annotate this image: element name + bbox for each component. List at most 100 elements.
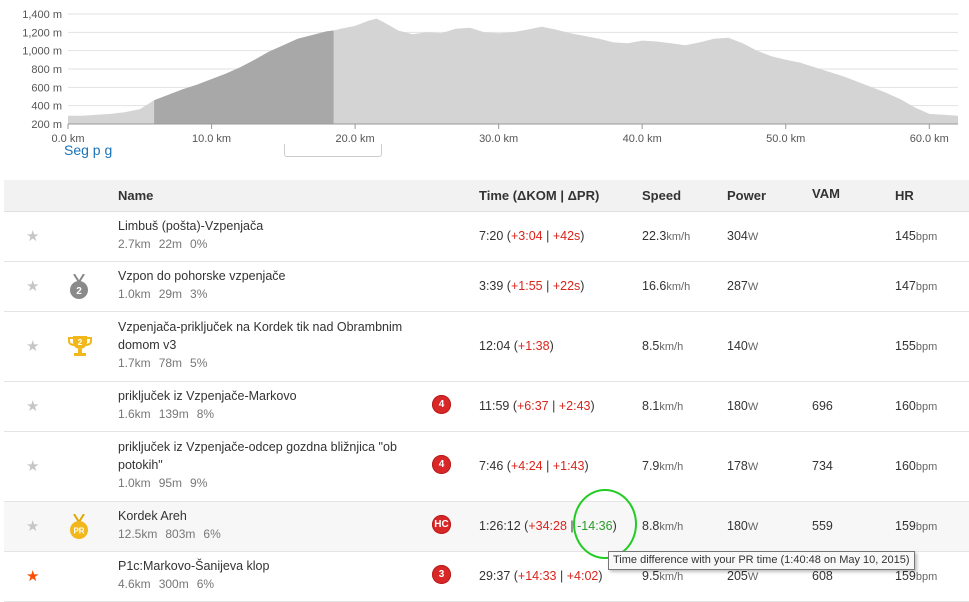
elevation-highlight-area xyxy=(154,30,334,124)
star-icon[interactable]: ★ xyxy=(26,277,39,295)
climb-category-badge: 4 xyxy=(432,395,451,414)
y-tick-label: 200 m xyxy=(31,119,62,131)
star-icon[interactable]: ★ xyxy=(26,337,39,355)
segment-hr-unit: bpm xyxy=(915,281,938,293)
y-tick-label: 1,000 m xyxy=(22,46,62,58)
segment-stats: 1.0km 29m 3% xyxy=(118,285,408,303)
col-speed-header[interactable]: Speed xyxy=(642,188,681,203)
star-icon[interactable]: ★ xyxy=(26,227,39,245)
svg-text:2: 2 xyxy=(78,338,83,347)
diff-separator: | xyxy=(542,229,553,243)
diff-separator: | xyxy=(548,399,559,413)
table-row[interactable]: ★ priključek iz Vzpenjače-odcep gozdna bl… xyxy=(4,432,969,502)
segment-time: 7:20 (+3:04 | +42s) xyxy=(479,229,584,243)
segment-grade: 9% xyxy=(190,476,208,490)
table-row[interactable]: ★ priključek iz Vzpenjače-Markovo 1.6km 139… xyxy=(4,382,969,432)
segment-stats: 1.0km 95m 9% xyxy=(118,474,408,492)
segment-speed-value: 8.5 xyxy=(642,339,660,353)
segment-name-link[interactable]: Vzpon do pohorske vzpenjače xyxy=(118,267,408,285)
star-icon[interactable]: ★ xyxy=(26,567,39,585)
segment-speed-value: 7.9 xyxy=(642,459,660,473)
segment-power-value: 140 xyxy=(727,339,748,353)
segment-vam: 696 xyxy=(812,399,833,413)
table-row[interactable]: ★ 2 Vzpenjača-priključek na Kordek tik nad… xyxy=(4,312,969,382)
diff-separator: | xyxy=(542,279,553,293)
col-time-header[interactable]: Time (ΔKOM | ΔPR) xyxy=(479,188,599,203)
climb-category-badge: 3 xyxy=(432,565,451,584)
star-icon[interactable]: ★ xyxy=(26,457,39,475)
segment-power: 304W xyxy=(727,229,758,243)
pr-diff[interactable]: +22s xyxy=(553,279,580,293)
diff-separator: | xyxy=(542,459,553,473)
segments-table: Name Time (ΔKOM | ΔPR) Speed Power VAM H… xyxy=(4,180,969,602)
segment-vam: 559 xyxy=(812,519,833,533)
segment-distance: 1.7km xyxy=(118,356,151,370)
pr-diff[interactable]: +4:02 xyxy=(567,569,599,583)
segment-power-unit: W xyxy=(747,231,759,243)
segment-speed-value: 8.1 xyxy=(642,399,660,413)
segment-elevation: 78m xyxy=(158,356,183,370)
segment-grade: 3% xyxy=(190,287,208,301)
kom-diff: +1:55 xyxy=(510,279,543,293)
table-row[interactable]: ★ Limbuš (pošta)-Vzpenjača 2.7km 22m 0% 7:20 … xyxy=(4,212,969,262)
segment-hr: 159bpm xyxy=(895,569,937,583)
y-tick-label: 800 m xyxy=(31,64,62,76)
segment-power: 287W xyxy=(727,279,758,293)
elevation-chart[interactable]: 1,400 m 1,200 m 1,000 m 800 m 600 m 400 m 200 … xyxy=(0,0,969,150)
segment-power-value: 304 xyxy=(727,229,748,243)
segment-name-cell: Vzpenjača-priključek na Kordek tik nad O… xyxy=(118,318,408,372)
segment-hr: 160bpm xyxy=(895,399,937,413)
segment-name-link[interactable]: priključek iz Vzpenjače-Markovo xyxy=(118,387,408,405)
paren-close: ) xyxy=(549,339,554,353)
col-hr-header[interactable]: HR xyxy=(895,188,914,203)
segment-elevation: 29m xyxy=(158,287,183,301)
kom-diff: +3:04 xyxy=(510,229,543,243)
filter-select[interactable] xyxy=(284,144,382,157)
segment-power-value: 205 xyxy=(727,569,748,583)
segment-name-link[interactable]: priključek iz Vzpenjače-odcep gozdna bli… xyxy=(118,438,408,474)
segment-speed: 22.3km/h xyxy=(642,229,690,243)
elapsed-time: 7:46 ( xyxy=(479,459,511,473)
segment-name-link[interactable]: P1c:Markovo-Šanijeva klop xyxy=(118,557,408,575)
diff-separator: | xyxy=(556,569,567,583)
segment-power: 180W xyxy=(727,399,758,413)
segment-hr-unit: bpm xyxy=(915,461,938,473)
kom-diff: +4:24 xyxy=(510,459,543,473)
segment-speed-unit: km/h xyxy=(666,231,691,243)
segment-hr: 160bpm xyxy=(895,459,937,473)
segment-elevation: 22m xyxy=(158,237,183,251)
col-power-header[interactable]: Power xyxy=(727,188,766,203)
segment-name-link[interactable]: Limbuš (pošta)-Vzpenjača xyxy=(118,217,408,235)
segment-grade: 6% xyxy=(203,527,221,541)
segment-name-cell: Kordek Areh 12.5km 803m 6% xyxy=(118,507,408,543)
segment-speed-unit: km/h xyxy=(659,521,684,533)
segment-vam: 608 xyxy=(812,569,833,583)
segment-name-cell: Limbuš (pošta)-Vzpenjača 2.7km 22m 0% xyxy=(118,217,408,253)
star-icon[interactable]: ★ xyxy=(26,397,39,415)
segment-name-link[interactable]: Kordek Areh xyxy=(118,507,408,525)
segment-power-unit: W xyxy=(747,571,759,583)
segment-elevation: 139m xyxy=(158,407,189,421)
pr-diff[interactable]: +2:43 xyxy=(559,399,591,413)
segment-vam-value: 734 xyxy=(812,459,833,473)
segment-speed-value: 9.5 xyxy=(642,569,660,583)
segment-hr-value: 155 xyxy=(895,339,916,353)
table-row[interactable]: ★ 2 Vzpon do pohorske vzpenjače 1.0km 29m 3% 3… xyxy=(4,262,969,312)
segment-name-link[interactable]: Vzpenjača-priključek na Kordek tik nad O… xyxy=(118,318,408,354)
segment-elevation: 95m xyxy=(158,476,183,490)
climb-category-badge: HC xyxy=(432,515,451,534)
col-name-header[interactable]: Name xyxy=(118,188,153,203)
col-vam-header[interactable]: VAM xyxy=(812,186,840,201)
pr-diff[interactable]: +42s xyxy=(553,229,580,243)
star-icon[interactable]: ★ xyxy=(26,517,39,535)
segment-hr: 145bpm xyxy=(895,229,937,243)
table-row[interactable]: ★ PR Kordek Areh 12.5km 803m 6% HC 1:26:12 (+34… xyxy=(4,502,969,552)
segment-power-unit: W xyxy=(747,341,759,353)
pr-diff[interactable]: +1:43 xyxy=(553,459,585,473)
elapsed-time: 7:20 ( xyxy=(479,229,511,243)
paren-close: ) xyxy=(590,399,595,413)
segment-name-cell: Vzpon do pohorske vzpenjače 1.0km 29m 3% xyxy=(118,267,408,303)
segment-power-unit: W xyxy=(747,401,759,413)
segment-speed-unit: km/h xyxy=(659,341,684,353)
segment-hr-unit: bpm xyxy=(915,571,938,583)
